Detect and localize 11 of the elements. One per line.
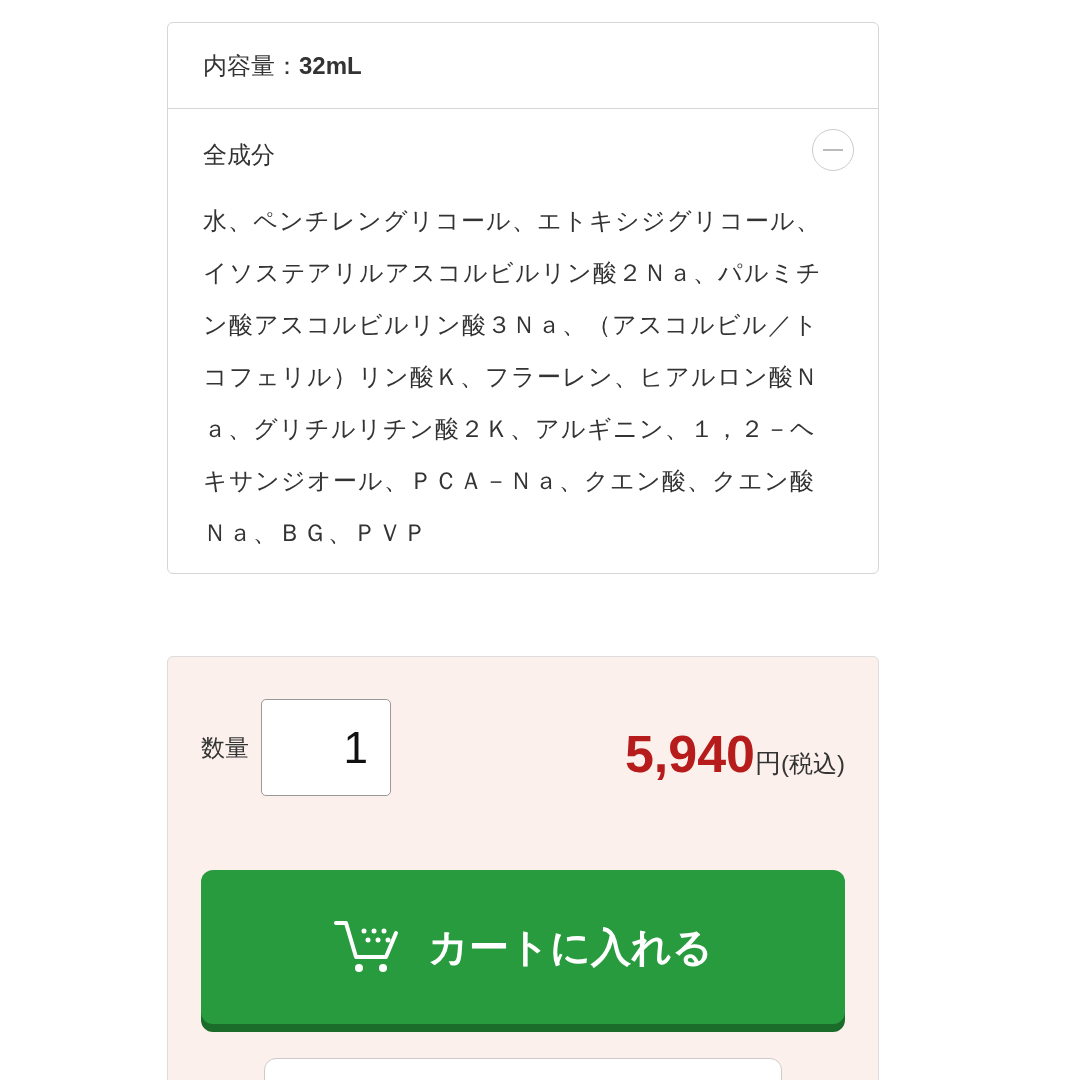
quantity-field[interactable]: 1 xyxy=(261,699,391,796)
section-title: 全成分 xyxy=(203,140,275,170)
cart-icon xyxy=(333,919,400,975)
price: 5,940 xyxy=(624,723,755,785)
collapse-toggle[interactable] xyxy=(812,129,854,171)
ingredients-text: 水、ペンチレングリコール、エトキシジグリコール、イソステアリルアスコルビルリン酸２Ｎａ、パルミチン酸アスコルビルリン酸３Ｎａ、（アスコルビル／トコフェリル）リン酸Ｋ、フラーレン、ヒアルロン酸Ｎａ、グリチルリチン酸２Ｋ、アルギニン、１，２－ヘキサンジオール、ＰＣＡ－Ｎａ、クエン酸、クエン酸Ｎａ、ＢＧ、ＰＶＰ xyxy=(203,206,823,548)
tax-note: (税込) xyxy=(781,748,845,779)
minus-icon xyxy=(823,149,843,151)
capacity-text: 内容量：32mL xyxy=(203,50,362,81)
quantity-label: 数量 xyxy=(201,732,249,763)
currency-label: 円 xyxy=(755,746,781,780)
